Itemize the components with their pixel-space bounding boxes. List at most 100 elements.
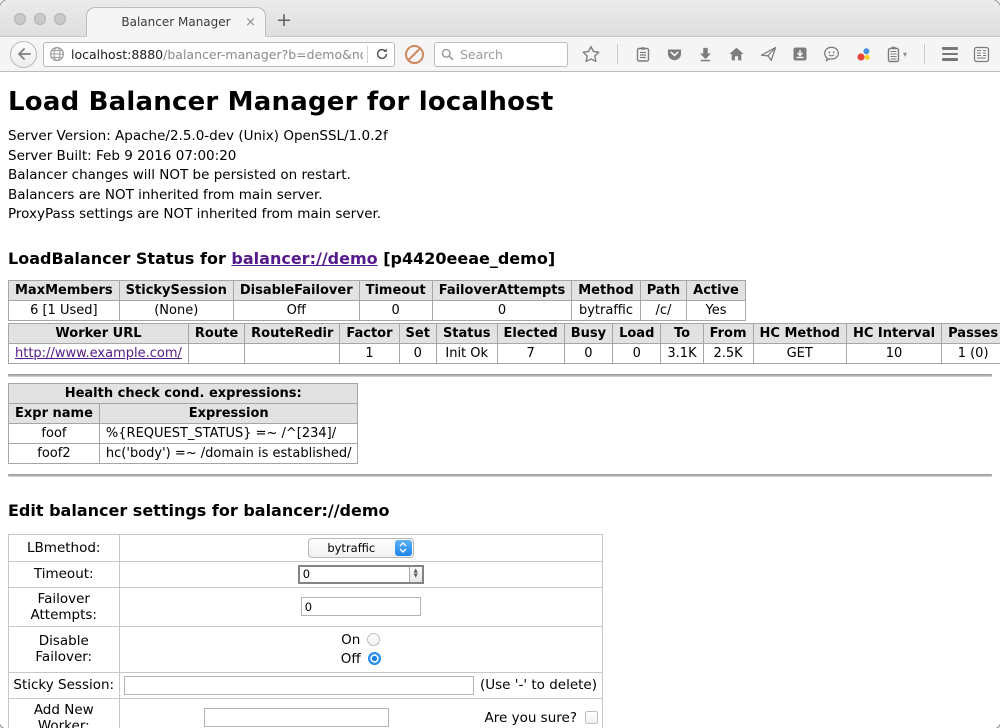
- new-tab-button[interactable]: +: [276, 9, 292, 31]
- worker-data-row: http://www.example.com/ 1 0 Init Ok 7 0 …: [9, 343, 1000, 363]
- add-worker-input[interactable]: [204, 708, 389, 727]
- col-disablefailover: DisableFailover: [233, 280, 359, 300]
- cell-maxmembers: 6 [1 Used]: [9, 300, 120, 320]
- col-hc-interval: HC Interval: [846, 323, 941, 343]
- col-expression: Expression: [99, 403, 358, 423]
- cell-expression-2: hc('body') =~ /domain is established/: [99, 443, 358, 463]
- col-hc-method: HC Method: [753, 323, 846, 343]
- col-elected: Elected: [497, 323, 564, 343]
- failover-attempts-label: Failover Attempts:: [9, 587, 120, 626]
- cell-status: Init Ok: [436, 343, 497, 363]
- reading-list-icon[interactable]: [635, 46, 651, 63]
- cell-routeredir: [245, 343, 340, 363]
- failover-on-radio[interactable]: [367, 633, 380, 646]
- tab-groups-icon[interactable]: [973, 46, 990, 63]
- bookmark-star-icon[interactable]: [582, 45, 600, 63]
- failover-attempts-input[interactable]: [301, 597, 421, 616]
- number-spinner-icon[interactable]: ▲▼: [409, 567, 422, 582]
- loadbalancer-status-heading: LoadBalancer Status for balancer://demo …: [8, 249, 992, 268]
- pocket-icon[interactable]: [666, 46, 683, 62]
- health-check-table: Health check cond. expressions: Expr nam…: [8, 383, 358, 464]
- health-title-row: Health check cond. expressions:: [9, 383, 358, 403]
- downloads-icon[interactable]: [698, 46, 713, 62]
- save-page-icon[interactable]: [792, 46, 808, 62]
- toolbar-divider: [617, 44, 618, 64]
- failover-off-radio[interactable]: [368, 652, 381, 665]
- lbmethod-label: LBmethod:: [9, 534, 120, 561]
- balancer-demo-link[interactable]: balancer://demo: [231, 249, 377, 268]
- menu-hamburger-icon[interactable]: [942, 47, 958, 60]
- cell-set: 0: [399, 343, 436, 363]
- add-worker-field: Are you sure?: [119, 698, 603, 728]
- col-from: From: [703, 323, 753, 343]
- failover-attempts-row: Failover Attempts:: [9, 587, 603, 626]
- timeout-input-wrap: ▲▼: [298, 565, 424, 584]
- send-tab-icon[interactable]: [760, 46, 777, 62]
- col-routeredir: RouteRedir: [245, 323, 340, 343]
- col-set: Set: [399, 323, 436, 343]
- url-text[interactable]: localhost:8880/balancer-manager?b=demo&n…: [71, 47, 363, 62]
- home-icon[interactable]: [728, 46, 745, 62]
- col-busy: Busy: [564, 323, 612, 343]
- health-header-row: Expr name Expression: [9, 403, 358, 423]
- navigation-toolbar: localhost:8880/balancer-manager?b=demo&n…: [0, 37, 1000, 72]
- worker-header-row: Worker URL Route RouteRedir Factor Set S…: [9, 323, 1000, 343]
- tab-title: Balancer Manager: [121, 15, 230, 29]
- plugin-blocked-icon[interactable]: [405, 45, 424, 64]
- lbmethod-row: LBmethod: bytraffic: [9, 534, 603, 561]
- are-you-sure-label: Are you sure?: [485, 710, 578, 726]
- worker-table: Worker URL Route RouteRedir Factor Set S…: [8, 323, 1000, 364]
- cell-hc-method: GET: [753, 343, 846, 363]
- reload-icon[interactable]: [375, 47, 389, 61]
- col-path: Path: [640, 280, 686, 300]
- sticky-session-input[interactable]: [124, 676, 474, 695]
- inherit-notice-line: Balancers are NOT inherited from main se…: [8, 186, 992, 206]
- cell-hc-interval: 10: [846, 343, 941, 363]
- back-button[interactable]: [10, 41, 37, 68]
- cell-load: 0: [613, 343, 661, 363]
- are-you-sure-checkbox[interactable]: [585, 711, 598, 724]
- sticky-session-row: Sticky Session: (Use '-' to delete): [9, 672, 603, 698]
- col-stickysession: StickySession: [119, 280, 233, 300]
- tab-close-icon[interactable]: ×: [245, 16, 256, 29]
- section-divider-2: [8, 474, 992, 477]
- col-worker-url: Worker URL: [9, 323, 189, 343]
- tab-balancer-manager[interactable]: Balancer Manager ×: [86, 7, 266, 37]
- balancer-status-table: MaxMembers StickySession DisableFailover…: [8, 280, 746, 321]
- timeout-input[interactable]: [300, 567, 409, 582]
- worker-url-link[interactable]: http://www.example.com/: [15, 346, 182, 361]
- select-stepper-icon: [395, 540, 412, 556]
- col-load: Load: [613, 323, 661, 343]
- sticky-delete-hint: (Use '-' to delete): [480, 677, 598, 693]
- cell-from: 2.5K: [703, 343, 753, 363]
- feedback-smiley-icon[interactable]: [823, 46, 840, 62]
- urlbar-divider: [367, 46, 368, 63]
- col-active: Active: [687, 280, 746, 300]
- dropdown-caret-icon[interactable]: ▾: [903, 50, 907, 59]
- tab-bar: Balancer Manager × +: [0, 0, 1000, 37]
- health-row-foof: foof %{REQUEST_STATUS} =~ /^[234]/: [9, 423, 358, 443]
- col-maxmembers: MaxMembers: [9, 280, 120, 300]
- cell-stickysession: (None): [119, 300, 233, 320]
- col-expr-name: Expr name: [9, 403, 100, 423]
- search-bar[interactable]: Search: [434, 42, 568, 67]
- status-heading-suffix: [p4420eeae_demo]: [378, 249, 556, 268]
- close-window-button[interactable]: [14, 13, 26, 25]
- timeout-field: ▲▼: [119, 561, 603, 587]
- toolbar-icons: ▾: [582, 44, 990, 64]
- col-failoverattempts: FailoverAttempts: [432, 280, 572, 300]
- radio-on-label: On: [341, 632, 360, 648]
- url-bar[interactable]: localhost:8880/balancer-manager?b=demo&n…: [43, 42, 395, 67]
- toolbar-divider-2: [924, 44, 925, 64]
- lbmethod-select[interactable]: bytraffic: [308, 538, 414, 558]
- sticky-session-field: (Use '-' to delete): [119, 672, 603, 698]
- browser-window: Balancer Manager × + localhost:8880/bala…: [0, 0, 1000, 728]
- session-manager-icon[interactable]: [887, 46, 900, 63]
- globe-icon: [49, 46, 65, 62]
- balancer-header-row: MaxMembers StickySession DisableFailover…: [9, 280, 746, 300]
- minimize-window-button[interactable]: [34, 13, 46, 25]
- zoom-window-button[interactable]: [54, 13, 66, 25]
- add-worker-row: Add New Worker: Are you sure?: [9, 698, 603, 728]
- failover-attempts-field: [119, 587, 603, 626]
- extension-colored-dots-icon[interactable]: [855, 46, 872, 63]
